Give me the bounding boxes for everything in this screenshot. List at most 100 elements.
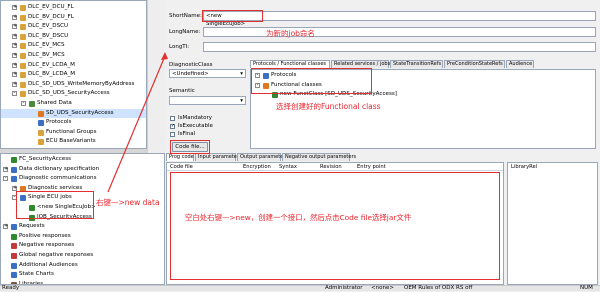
library-table[interactable]: LibraryRel — [507, 162, 598, 285]
folder-icon — [38, 139, 44, 145]
code-file-button-highlight — [170, 140, 210, 154]
tree-item-label: DLC_BV_DSCU — [28, 32, 68, 42]
column-header[interactable]: Encryption — [243, 164, 271, 170]
annotation-create-interface: 空白处右键—>new，创建一个接口，然后点击Code file选择jar文件 — [185, 212, 411, 223]
service-icon — [38, 111, 44, 117]
tree-item[interactable]: Positive responses — [1, 232, 164, 242]
expand-icon[interactable]: + — [12, 43, 17, 48]
tree-item[interactable]: +DLC_EV_DCU_FL — [1, 3, 146, 13]
tree-item[interactable]: State Charts — [1, 270, 164, 280]
tree-item-label: ECU BaseVariants — [46, 137, 96, 147]
tree-item[interactable]: SD_UDS_SecurityAccess — [1, 109, 146, 119]
tree-item[interactable]: + Data dictionary specification — [1, 165, 164, 175]
splitter-vertical[interactable] — [147, 0, 165, 153]
tree-item[interactable]: -DLC_SD_UDS_SecurityAccess — [1, 89, 146, 99]
long-ti-field[interactable] — [203, 42, 596, 52]
expand-icon[interactable]: + — [3, 167, 8, 172]
tree-item-label: Data dictionary specification — [19, 165, 99, 175]
tree-item[interactable]: +DLC_BV_MCS — [1, 51, 146, 61]
annotation-right-click-new: 右键—>new data — [96, 197, 160, 208]
tree-item[interactable]: -Diagnostic communications — [1, 174, 164, 184]
folder-icon — [20, 53, 26, 59]
tree-item-label: Positive responses — [19, 232, 71, 242]
tree-item[interactable]: + DLC_SD_UDS_WriteMemoryByAddress — [1, 80, 146, 90]
expand-icon[interactable]: + — [12, 15, 17, 20]
short-name-extra — [263, 11, 596, 21]
tree-item-label: FC_SecurityAccess — [19, 155, 71, 165]
prog-tab-strip: Prog codeInput parametersOutput paramete… — [166, 153, 598, 162]
expand-icon[interactable]: + — [12, 72, 17, 77]
tree-item-label: Global negative responses — [19, 251, 93, 261]
library-rel-header: LibraryRel — [511, 164, 537, 170]
tree-item[interactable]: +DLC_EV_DSCU — [1, 22, 146, 32]
folder-icon — [20, 43, 26, 49]
tree-item[interactable]: Functional Groups — [1, 128, 146, 138]
tree-item-label: Protocols — [46, 118, 71, 128]
is-mandatory-checkbox[interactable] — [170, 116, 175, 121]
expand-icon[interactable]: + — [12, 34, 17, 39]
expand-icon[interactable]: + — [12, 63, 17, 68]
tree-item[interactable]: + DLC_BV_LCDA_M — [1, 70, 146, 80]
tab[interactable]: StateTransitionRefs — [390, 60, 443, 68]
tree-item-label: DLC_EV_LCDA_M — [28, 61, 75, 71]
collapse-icon[interactable]: - — [12, 91, 17, 96]
request-icon — [11, 224, 17, 230]
expand-icon[interactable]: + — [12, 5, 17, 10]
diag-class-select[interactable]: <Undefined> ▾ — [169, 69, 246, 78]
column-header[interactable]: Entry point — [357, 164, 386, 170]
folder-icon — [20, 5, 26, 11]
tab[interactable]: Prog code — [166, 153, 194, 161]
tab[interactable]: Negative output parameters — [282, 153, 350, 161]
tree-item[interactable]: +Requests — [1, 222, 164, 232]
expand-icon[interactable]: + — [12, 82, 17, 87]
tab[interactable]: Related services / jobs — [331, 60, 389, 68]
tab[interactable]: Protocols / Functional classes — [250, 60, 330, 68]
tree-item-label: Functional Groups — [46, 128, 97, 138]
tab[interactable]: Input parameters — [195, 153, 236, 161]
column-header[interactable]: Revision — [320, 164, 342, 170]
expand-icon[interactable]: + — [12, 53, 17, 58]
negative-icon — [11, 253, 17, 259]
long-ti-label: LongTI: — [169, 44, 189, 50]
tree-item-label: DLC_EV_MCS — [28, 41, 65, 51]
folder-icon — [20, 91, 26, 97]
column-header[interactable]: Syntax — [279, 164, 297, 170]
collapse-icon[interactable]: - — [21, 101, 26, 106]
tree-item-label: DLC_BV_DCU_FL — [28, 13, 74, 23]
tab[interactable]: Audience — [506, 60, 534, 68]
semantic-select[interactable]: ▾ — [169, 96, 246, 105]
is-executable-label: IsExecutable — [178, 123, 213, 129]
is-executable-checkbox[interactable]: ✓ — [170, 124, 175, 129]
long-name-label: LongName: — [169, 29, 200, 35]
tab[interactable]: Output parameters — [237, 153, 281, 161]
is-final-checkbox[interactable] — [170, 132, 175, 137]
diag-class-value: <Undefined> — [172, 71, 209, 77]
tree-item[interactable]: ECU BaseVariants — [1, 137, 146, 147]
audience-icon — [11, 263, 17, 269]
prog-column-headers: Code file Encryption Syntax Revision Entry p… — [167, 163, 503, 171]
tree-item-label: DLC_SD_UDS_WriteMemoryByAddress — [28, 80, 134, 90]
tree-item[interactable]: Negative responses — [1, 241, 164, 251]
protocol-icon — [38, 120, 44, 126]
tree-item[interactable]: Protocols — [1, 118, 146, 128]
tree-item[interactable]: -Shared Data — [1, 99, 146, 109]
project-tree-top[interactable]: +DLC_EV_DCU_FL+DLC_BV_DCU_FL+DLC_EV_DSCU… — [0, 0, 147, 149]
expand-icon[interactable]: + — [12, 24, 17, 29]
tree-item[interactable]: Additional Audiences — [1, 261, 164, 271]
project-tree-bottom[interactable]: FC_SecurityAccess + Data dictionary specif… — [0, 153, 165, 285]
collapse-icon[interactable]: - — [3, 176, 8, 181]
status-bar: Ready Administrator <none> OEM Rules of … — [0, 285, 600, 291]
tree-item[interactable]: + DLC_BV_DSCU — [1, 32, 146, 42]
tree-item-label: DLC_BV_LCDA_M — [28, 70, 75, 80]
long-name-field[interactable] — [203, 27, 596, 37]
tab[interactable]: PreConditionStateRefs — [444, 60, 505, 68]
expand-icon[interactable]: + — [3, 224, 8, 229]
tree-item[interactable]: + DLC_EV_LCDA_M — [1, 61, 146, 71]
tree-item[interactable]: + DLC_EV_MCS — [1, 41, 146, 51]
is-mandatory-label: IsMandatory — [178, 115, 212, 121]
new-job-highlight — [16, 191, 94, 219]
column-header[interactable]: Code file — [170, 164, 193, 170]
tree-item[interactable]: + DLC_BV_DCU_FL — [1, 13, 146, 23]
tree-item[interactable]: Global negative responses — [1, 251, 164, 261]
tree-item[interactable]: FC_SecurityAccess — [1, 155, 164, 165]
